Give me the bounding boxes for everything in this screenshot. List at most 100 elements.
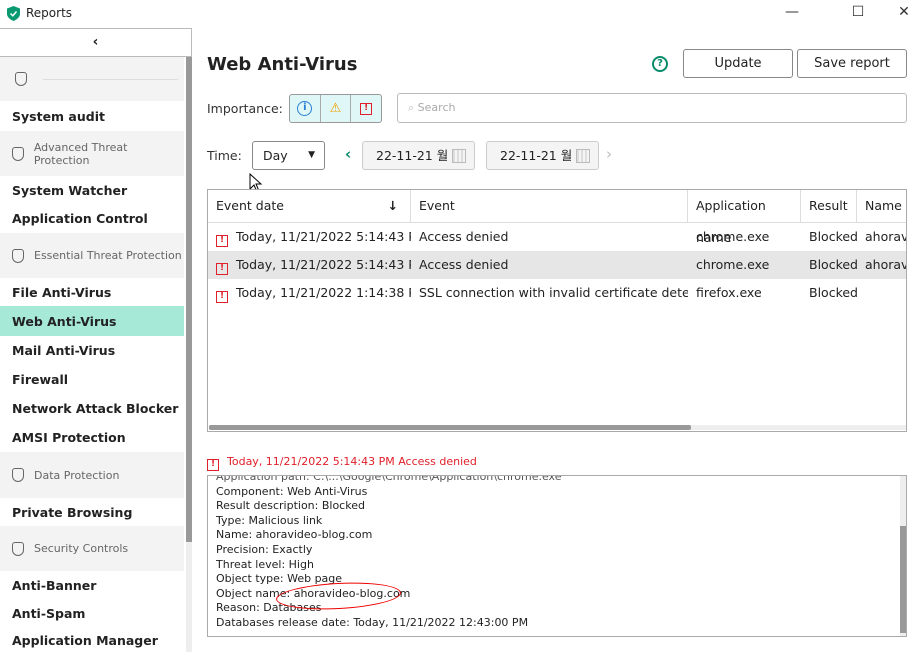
importance-label: Importance:: [207, 101, 283, 116]
sidebar-item[interactable]: Private Browsing: [0, 498, 184, 526]
sidebar-item[interactable]: Anti-Spam: [0, 599, 184, 628]
period-value: Day: [263, 148, 288, 163]
detail-line: Type: Malicious link: [216, 513, 323, 527]
maximize-button[interactable]: ☐: [843, 4, 873, 20]
cell-text: Today, 11/21/2022 5:14:43 PM: [236, 257, 411, 272]
info-filter-toggle[interactable]: i: [290, 95, 321, 122]
table-cell-event: Access denied: [411, 251, 688, 279]
sidebar-item-label: Security Controls: [34, 542, 129, 555]
close-button[interactable]: ✕: [889, 4, 919, 20]
table-row[interactable]: ! Today, 11/21/2022 5:14:43 PM Access deni…: [208, 223, 906, 251]
cell-text: Today, 11/21/2022 1:14:38 PM: [236, 285, 411, 300]
app-shield-icon: [7, 6, 20, 21]
calendar-icon[interactable]: [452, 149, 466, 163]
sidebar-item[interactable]: Application Manager: [0, 628, 184, 652]
sidebar-item[interactable]: File Anti-Virus: [0, 278, 184, 306]
sidebar-item[interactable]: Web Anti-Virus: [0, 306, 184, 336]
table-cell-app: chrome.exe: [688, 251, 801, 279]
title-bar: Reports — ☐ ✕: [0, 0, 922, 28]
chevron-down-icon: ▼: [308, 150, 315, 160]
calendar-icon[interactable]: [576, 149, 590, 163]
sidebar-item-label: Essential Threat Protection: [34, 249, 182, 262]
save-report-button[interactable]: Save report: [797, 49, 907, 78]
column-header-event-date[interactable]: Event date ↓: [208, 190, 411, 223]
table-cell-app: chrome.exe: [688, 223, 801, 251]
table-cell-date: ! Today, 11/21/2022 5:14:43 PM: [208, 223, 411, 251]
details-heading: ! Today, 11/21/2022 5:14:43 PM Access den…: [207, 455, 477, 471]
shield-icon: [15, 72, 27, 86]
event-details-panel: Application path: C:\...\Google\Chrome\A…: [207, 475, 907, 637]
cell-text: ahoravi: [865, 229, 906, 244]
details-heading-text: Today, 11/21/2022 5:14:43 PM Access deni…: [227, 455, 477, 468]
sidebar-item-label: Web Anti-Virus: [12, 313, 117, 329]
sidebar-item-label: Firewall: [12, 372, 69, 387]
column-header-application-name[interactable]: Application name: [688, 190, 801, 245]
sort-descending-icon: ↓: [387, 198, 398, 213]
critical-icon: !: [216, 263, 228, 275]
sidebar-item[interactable]: Application Control: [0, 204, 184, 233]
table-cell-name: [857, 279, 906, 307]
sidebar-item-label: Anti-Spam: [12, 606, 86, 621]
cell-text: chrome.exe: [696, 229, 770, 244]
column-header-name[interactable]: Name: [857, 190, 906, 223]
critical-icon: !: [216, 235, 228, 247]
cell-text: chrome.exe: [696, 257, 770, 272]
period-dropdown[interactable]: Day ▼: [252, 141, 325, 170]
detail-line: Precision: Exactly: [216, 542, 313, 556]
warning-icon: ⚠: [329, 101, 342, 116]
collapse-sidebar-button[interactable]: ‹: [0, 28, 192, 57]
sidebar-group: Data Protection: [0, 452, 184, 498]
sidebar-top-group: [0, 57, 184, 101]
date-to-picker[interactable]: 22-11-21 월: [486, 141, 599, 170]
table-row[interactable]: ! Today, 11/21/2022 5:14:43 PM Access deni…: [208, 251, 906, 279]
sidebar-item[interactable]: Network Attack Blocker: [0, 394, 184, 423]
shield-icon: [12, 468, 24, 482]
detail-line: Databases release date: Today, 11/21/202…: [216, 615, 529, 629]
sidebar-item[interactable]: Mail Anti-Virus: [0, 336, 184, 365]
info-icon: i: [297, 101, 313, 116]
detail-line: Name: ahoravideo-blog.com: [216, 528, 373, 542]
detail-line: Application path: C:\...\Google\Chrome\A…: [216, 475, 562, 483]
critical-icon: !: [216, 291, 228, 303]
cell-text: Access denied: [419, 229, 509, 244]
window-title: Reports: [26, 6, 73, 20]
table-cell-name: ahoravi: [857, 223, 906, 251]
next-period-button[interactable]: ›: [606, 145, 612, 163]
sidebar-item-label: System Watcher: [12, 182, 128, 198]
table-cell-date: ! Today, 11/21/2022 1:14:38 PM: [208, 279, 411, 307]
table-row[interactable]: ! Today, 11/21/2022 1:14:38 PM SSL connect…: [208, 279, 906, 307]
details-scrollbar-thumb[interactable]: [900, 526, 906, 633]
search-input[interactable]: ⌕ Search: [397, 93, 907, 123]
detail-line: Component: Web Anti-Virus: [216, 484, 368, 498]
help-icon[interactable]: ?: [652, 56, 668, 72]
sidebar-item-label: Private Browsing: [12, 504, 133, 520]
sidebar-item[interactable]: System audit: [0, 101, 184, 131]
shield-icon: [12, 541, 24, 556]
column-label: Event date: [216, 198, 284, 213]
column-header-event[interactable]: Event: [411, 190, 688, 223]
sidebar-item[interactable]: Anti-Banner: [0, 571, 184, 599]
sidebar-item-label: File Anti-Virus: [12, 284, 112, 300]
critical-filter-toggle[interactable]: !: [351, 95, 381, 122]
sidebar-group: Advanced Threat Protection: [0, 131, 184, 176]
column-header-result[interactable]: Result: [801, 190, 857, 223]
table-scrollbar-thumb[interactable]: [209, 425, 691, 430]
sidebar-item-label: Application Control: [12, 211, 148, 226]
date-from-picker[interactable]: 22-11-21 월: [362, 141, 475, 170]
sidebar-item[interactable]: AMSI Protection: [0, 423, 184, 452]
warning-filter-toggle[interactable]: ⚠: [321, 95, 352, 122]
sidebar-scrollbar-thumb[interactable]: [186, 57, 192, 542]
detail-line: Threat level: High: [216, 557, 314, 571]
cell-text: Access denied: [419, 257, 509, 272]
importance-filter: i ⚠ !: [289, 94, 382, 123]
previous-period-button[interactable]: ‹: [345, 145, 351, 163]
shield-icon: [12, 146, 24, 161]
shield-icon: [12, 248, 24, 263]
minimize-button[interactable]: —: [777, 4, 807, 20]
sidebar-item[interactable]: System Watcher: [0, 176, 184, 204]
detail-line: Result description: Blocked: [216, 499, 365, 513]
update-button[interactable]: Update: [683, 49, 793, 78]
critical-icon: !: [360, 102, 373, 115]
sidebar-item[interactable]: Firewall: [0, 365, 184, 394]
table-cell-result: Blocked: [801, 251, 857, 279]
